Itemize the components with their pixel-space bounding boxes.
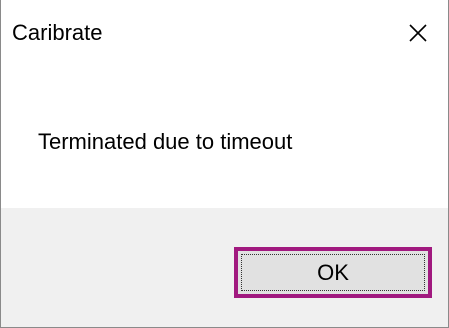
ok-button[interactable]: OK (234, 247, 432, 298)
window-title: Caribrate (12, 20, 103, 45)
message-dialog: Caribrate Terminated due to timeout OK (0, 0, 449, 328)
close-button[interactable] (394, 13, 442, 53)
ok-button-label: OK (241, 254, 425, 291)
close-x-icon (409, 24, 427, 42)
dialog-content: Terminated due to timeout (1, 75, 448, 208)
title-bar[interactable]: Caribrate (1, 0, 448, 75)
dialog-message: Terminated due to timeout (38, 129, 293, 154)
button-bar: OK (1, 208, 448, 327)
